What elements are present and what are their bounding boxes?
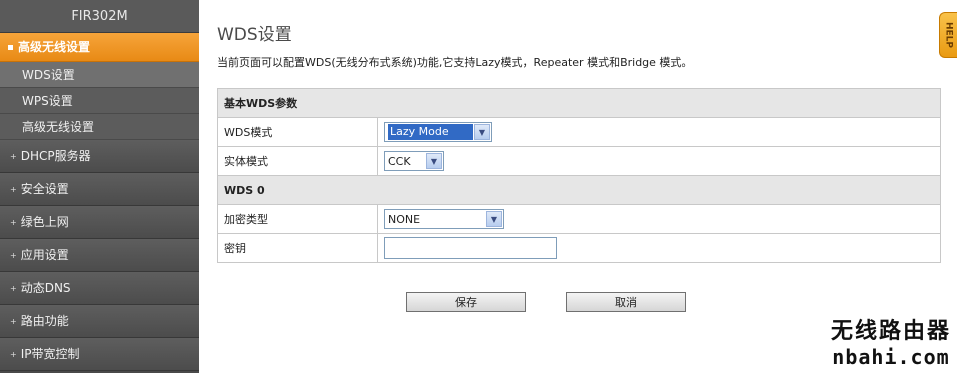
encryption-label: 加密类型 [217,204,378,234]
watermark-line1: 无线路由器 [830,319,951,344]
encryption-value: NONE [388,212,421,226]
key-label: 密钥 [217,233,378,263]
nav-ip-bandwidth-label: IP带宽控制 [20,346,80,361]
watermark-line2: nbahi.com [832,345,950,369]
nav-ddns[interactable]: + 动态DNS [0,272,199,305]
cancel-button[interactable]: 取消 [566,292,686,312]
plus-icon: + [10,250,17,260]
brand-label: FIR302M [0,0,199,33]
sub-item-advanced-wireless[interactable]: 高级无线设置 [0,114,199,140]
plus-icon: + [10,283,17,293]
section-header-basic: 基本WDS参数 [217,88,941,118]
nav-advanced-wireless[interactable]: 高级无线设置 [0,33,199,62]
plus-icon: + [10,349,17,359]
nav-ip-bandwidth[interactable]: + IP带宽控制 [0,338,199,371]
wds-mode-label: WDS模式 [217,117,378,147]
encryption-cell: NONE ▼ [377,204,941,234]
plus-icon: + [10,151,17,161]
sidebar: FIR302M 高级无线设置 WDS设置 WPS设置 高级无线设置 + DHCP服… [0,0,199,373]
help-label: HELP [943,21,954,48]
nav-dhcp-label: DHCP服务器 [20,148,91,163]
wds-mode-select[interactable]: Lazy Mode ▼ [384,122,492,142]
wds-mode-value: Lazy Mode [388,124,473,140]
nav-security[interactable]: + 安全设置 [0,173,199,206]
physical-mode-cell: CCK ▼ [377,146,941,176]
section-basic-label: 基本WDS参数 [217,88,941,118]
section-wds0-label: WDS 0 [217,175,941,205]
button-bar: 保存 取消 [406,292,686,312]
key-input[interactable] [384,237,557,259]
nav-green-internet-label: 绿色上网 [20,214,69,229]
save-button[interactable]: 保存 [406,292,526,312]
encryption-select[interactable]: NONE ▼ [384,209,504,229]
wds-mode-cell: Lazy Mode ▼ [377,117,941,147]
nav-applications-label: 应用设置 [20,247,69,262]
chevron-down-icon[interactable]: ▼ [474,124,490,140]
physical-mode-value: CCK [388,154,411,168]
nav-security-label: 安全设置 [20,181,69,196]
nav-advanced-wireless-label: 高级无线设置 [18,39,91,54]
key-cell [377,233,941,263]
nav-routing[interactable]: + 路由功能 [0,305,199,338]
plus-icon: + [10,217,17,227]
physical-mode-row: 实体模式 CCK ▼ [217,146,941,176]
section-header-wds0: WDS 0 [217,175,941,205]
watermark: 无线路由器 nbahi.com [831,313,951,369]
page-description: 当前页面可以配置WDS(无线分布式系统)功能,它支持Lazy模式，Repeate… [217,56,693,69]
nav-applications[interactable]: + 应用设置 [0,239,199,272]
chevron-down-icon[interactable]: ▼ [426,153,442,169]
nav-ddns-label: 动态DNS [20,280,71,295]
plus-icon: + [10,184,17,194]
nav-green-internet[interactable]: + 绿色上网 [0,206,199,239]
nav-routing-label: 路由功能 [20,313,69,328]
nav-dhcp[interactable]: + DHCP服务器 [0,140,199,173]
wds-mode-row: WDS模式 Lazy Mode ▼ [217,117,941,147]
wds-form-table: 基本WDS参数 WDS模式 Lazy Mode ▼ 实体模式 CCK ▼ WDS… [217,88,941,263]
sub-item-wds[interactable]: WDS设置 [0,62,199,88]
sub-item-wps[interactable]: WPS设置 [0,88,199,114]
physical-mode-select[interactable]: CCK ▼ [384,151,444,171]
help-tab[interactable]: HELP [939,12,957,58]
physical-mode-label: 实体模式 [217,146,378,176]
plus-icon: + [10,316,17,326]
encryption-row: 加密类型 NONE ▼ [217,204,941,234]
bullet-icon [8,44,13,50]
key-row: 密钥 [217,233,941,263]
page-title: WDS设置 [217,25,292,45]
chevron-down-icon[interactable]: ▼ [486,211,502,227]
